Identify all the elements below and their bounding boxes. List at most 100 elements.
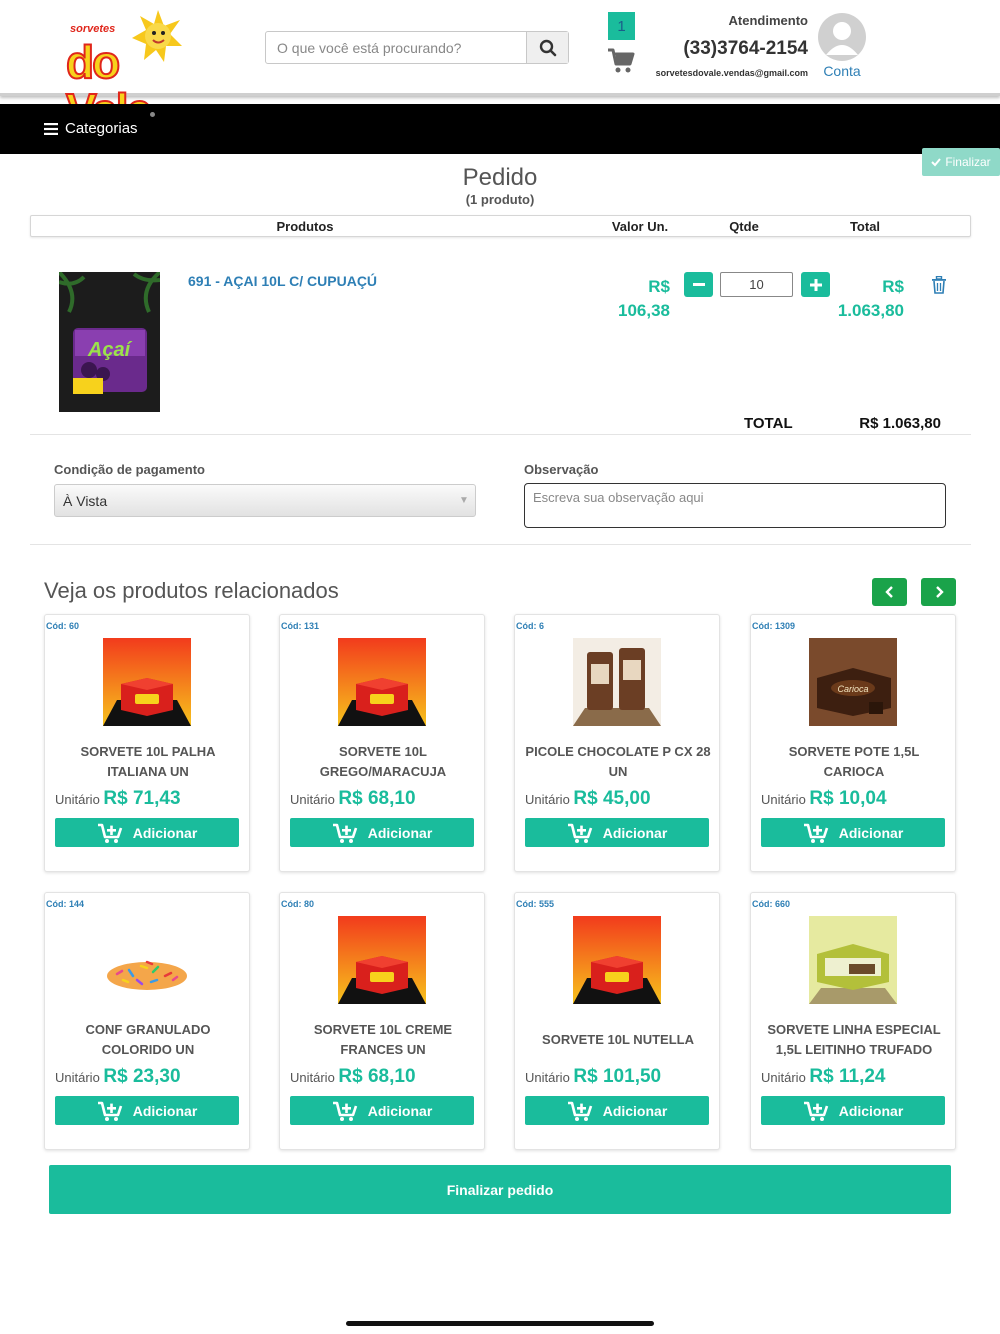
product-image[interactable] [573,916,661,1004]
add-to-cart-button[interactable]: Adicionar [290,818,474,847]
product-image[interactable] [338,916,426,1004]
search-icon [539,39,556,56]
price-prefix: Unitário [761,792,806,807]
product-code: Cód: 1309 [752,621,796,631]
add-to-cart-button[interactable]: Adicionar [761,818,945,847]
product-card[interactable]: Cód: 1309 Carioca SORVETE POTE 1,5L CARIOC… [750,614,956,872]
add-to-cart-button[interactable]: Adicionar [761,1096,945,1125]
payment-label: Condição de pagamento [54,462,205,477]
price-prefix: Unitário [290,792,335,807]
column-header-total: Total [849,219,881,234]
price-value: R$ 11,24 [809,1066,886,1087]
line-total-value: 1.063,80 [837,301,904,320]
price-prefix: Unitário [290,1070,335,1085]
carousel-next-button[interactable] [921,578,956,606]
price-value: R$ 23,30 [103,1066,181,1087]
product-code: Cód: 144 [46,899,85,909]
product-card[interactable]: Cód: 144 CONF GRANULADO COLORIDO UN Unitár… [44,892,250,1150]
account-link[interactable]: Conta [808,63,876,79]
finalize-order-button[interactable]: Finalizar pedido [49,1165,951,1214]
product-price: Unitário R$ 23,30 [55,1066,181,1088]
categories-button[interactable]: Categorias [44,120,138,137]
product-name[interactable]: CONF GRANULADO COLORIDO UN [53,1020,243,1060]
chevron-right-icon [935,586,944,598]
observation-field[interactable] [524,483,946,528]
product-image[interactable] [338,638,426,726]
search-input[interactable] [266,32,528,63]
price-prefix: Unitário [761,1070,806,1085]
cart-count-badge[interactable]: 1 [608,12,635,40]
price-value: R$ 68,10 [338,1066,416,1087]
support-phone: (33)3764-2154 [683,38,808,59]
product-code: Cód: 555 [516,899,555,909]
product-name[interactable]: PICOLE CHOCOLATE P CX 28 UN [523,742,713,782]
product-image[interactable]: Carioca [809,638,897,726]
home-indicator [346,1321,654,1326]
store-logo[interactable]: sorvetes do Vale [62,8,186,135]
column-header-quantity: Qtde [729,219,759,234]
product-image[interactable] [103,916,191,1004]
carousel-prev-button[interactable] [872,578,907,606]
product-card[interactable]: Cód: 60 SORVETE 10L PALHA ITALIANA UN Unit… [44,614,250,872]
chevron-down-icon: ▼ [459,495,469,506]
order-item-name[interactable]: 691 - AÇAI 10L C/ CUPUAÇÚ [188,273,377,289]
product-name[interactable]: SORVETE 10L GREGO/MARACUJA [288,742,478,782]
add-to-cart-icon [97,823,122,843]
quantity-decrease-button[interactable] [684,272,713,297]
quantity-input[interactable] [720,272,793,297]
product-card[interactable]: Cód: 131 SORVETE 10L GREGO/MARACUJA Unitár… [279,614,485,872]
product-name[interactable]: SORVETE POTE 1,5L CARIOCA [759,742,949,782]
product-image[interactable]: Açaí [59,272,160,412]
add-to-cart-icon [567,823,592,843]
menu-icon [44,122,58,135]
add-to-cart-button[interactable]: Adicionar [525,818,709,847]
product-name[interactable]: SORVETE 10L PALHA ITALIANA UN [53,742,243,782]
avatar[interactable] [818,13,866,61]
price-prefix: Unitário [525,1070,570,1085]
product-name[interactable]: SORVETE LINHA ESPECIAL 1,5L LEITINHO TRU… [759,1020,949,1060]
add-to-cart-button[interactable]: Adicionar [55,1096,239,1125]
payment-selected-value: À Vista [63,493,108,509]
product-card[interactable]: Cód: 555 SORVETE 10L NUTELLA Unitário R$ 1… [514,892,720,1150]
divider [30,434,971,435]
minus-icon [692,282,705,286]
add-label: Adicionar [367,1102,433,1119]
product-image[interactable] [103,638,191,726]
price-value: R$ 101,50 [573,1066,662,1087]
column-header-unit-price: Valor Un. [611,219,669,234]
product-price: Unitário R$ 101,50 [525,1066,661,1088]
divider [30,544,971,545]
product-name[interactable]: SORVETE 10L CREME FRANCES UN [288,1020,478,1060]
observation-label: Observação [524,462,599,477]
product-image[interactable] [573,638,661,726]
add-to-cart-button[interactable]: Adicionar [290,1096,474,1125]
product-card[interactable]: Cód: 660 SORVETE LINHA ESPECIAL 1,5L LEIT… [750,892,956,1150]
indicator-dot [150,112,155,117]
order-table-header: Produtos Valor Un. Qtde Total [30,215,971,237]
add-to-cart-icon [803,823,828,843]
search-button[interactable] [526,32,568,63]
unit-price-value: 106,38 [618,301,670,320]
product-code: Cód: 60 [46,621,80,631]
acai-package-text: Açaí [87,339,133,361]
payment-select[interactable]: À Vista ▼ [54,484,476,517]
remove-item-button[interactable] [931,275,947,299]
add-to-cart-button[interactable]: Adicionar [525,1096,709,1125]
product-image[interactable] [809,916,897,1004]
price-prefix: Unitário [55,792,100,807]
column-header-products: Produtos [276,219,334,234]
product-code: Cód: 131 [281,621,320,631]
add-to-cart-icon [97,1101,122,1121]
add-to-cart-icon [803,1101,828,1121]
order-item-total: R$ 1.063,80 [820,275,904,323]
product-price: Unitário R$ 68,10 [290,788,416,810]
product-card[interactable]: Cód: 6 PICOLE CHOCOLATE P CX 28 UN Unitári… [514,614,720,872]
product-name[interactable]: SORVETE 10L NUTELLA [523,1020,713,1060]
product-price: Unitário R$ 45,00 [525,788,651,810]
product-price: Unitário R$ 68,10 [290,1066,416,1088]
categories-label: Categorias [65,120,138,137]
logo-small-text: sorvetes [70,23,116,35]
product-card[interactable]: Cód: 80 SORVETE 10L CREME FRANCES UN Unitá… [279,892,485,1150]
order-count: (1 produto) [465,192,535,207]
add-to-cart-button[interactable]: Adicionar [55,818,239,847]
